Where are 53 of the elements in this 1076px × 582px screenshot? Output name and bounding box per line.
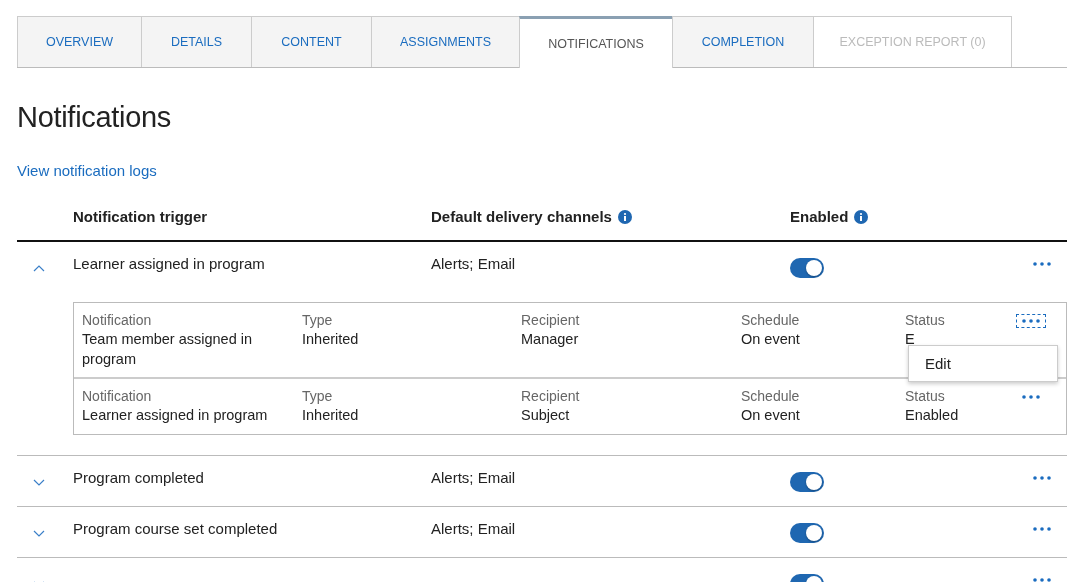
- field-label: Status: [905, 312, 946, 328]
- page-title: Notifications: [17, 100, 173, 135]
- field-value: On event: [741, 330, 801, 349]
- field-value: Inherited: [302, 406, 360, 425]
- field-value: Enabled: [905, 406, 960, 425]
- field-label: Recipient: [521, 388, 581, 404]
- field-value: On event: [741, 406, 801, 425]
- tab[interactable]: COMPLETION: [672, 16, 814, 67]
- menu-item[interactable]: Edit: [909, 352, 967, 375]
- more-icon: [1033, 476, 1051, 480]
- delivery-channels: Alerts; Email: [431, 469, 517, 486]
- column-header: Enabled: [790, 208, 849, 225]
- enabled-toggle[interactable]: [790, 472, 824, 492]
- field-value: Inherited: [302, 330, 360, 349]
- column-header: Notification trigger: [73, 208, 208, 225]
- field-label: Schedule: [741, 388, 801, 404]
- delivery-channels: Alerts; Email: [431, 255, 517, 272]
- trigger-name: Program course set completed: [73, 520, 279, 537]
- delivery-channels: Alerts; Email: [431, 520, 517, 537]
- trigger-name: Learner assigned in program: [73, 255, 266, 272]
- field-value: Subject: [521, 406, 571, 425]
- field-value: Learner assigned in program: [82, 406, 269, 425]
- more-icon: [1033, 262, 1051, 266]
- chevron-up-icon[interactable]: [33, 265, 45, 272]
- field-label: Notification: [82, 312, 153, 328]
- more-icon: [1033, 578, 1051, 582]
- field-label: Type: [302, 388, 334, 404]
- tab[interactable]: OVERVIEW: [17, 16, 142, 67]
- field-value: Team member assigned in program: [82, 330, 254, 369]
- tab[interactable]: DETAILS: [141, 16, 252, 67]
- field-value: E: [905, 330, 916, 349]
- trigger-name: Program completed: [73, 469, 205, 486]
- column-header: Default delivery channels: [431, 208, 612, 225]
- enabled-toggle[interactable]: [790, 523, 824, 543]
- field-label: Notification: [82, 388, 153, 404]
- field-label: Schedule: [741, 312, 801, 328]
- tab[interactable]: ASSIGNMENTS: [371, 16, 520, 67]
- tab[interactable]: CONTENT: [251, 16, 372, 67]
- info-icon[interactable]: [854, 209, 869, 224]
- chevron-down-icon[interactable]: [33, 479, 45, 486]
- chevron-down-icon[interactable]: [33, 530, 45, 537]
- tab[interactable]: NOTIFICATIONS: [519, 16, 673, 68]
- field-label: Type: [302, 312, 334, 328]
- enabled-toggle[interactable]: [790, 258, 824, 278]
- more-icon: [1022, 395, 1040, 399]
- field-value: Manager: [521, 330, 580, 349]
- more-button[interactable]: [1016, 314, 1046, 328]
- info-icon[interactable]: [617, 209, 632, 224]
- logs-link[interactable]: View notification logs: [17, 162, 157, 179]
- field-label: Recipient: [521, 312, 581, 328]
- field-label: Status: [905, 388, 946, 404]
- more-icon: [1022, 319, 1040, 323]
- more-icon: [1033, 527, 1051, 531]
